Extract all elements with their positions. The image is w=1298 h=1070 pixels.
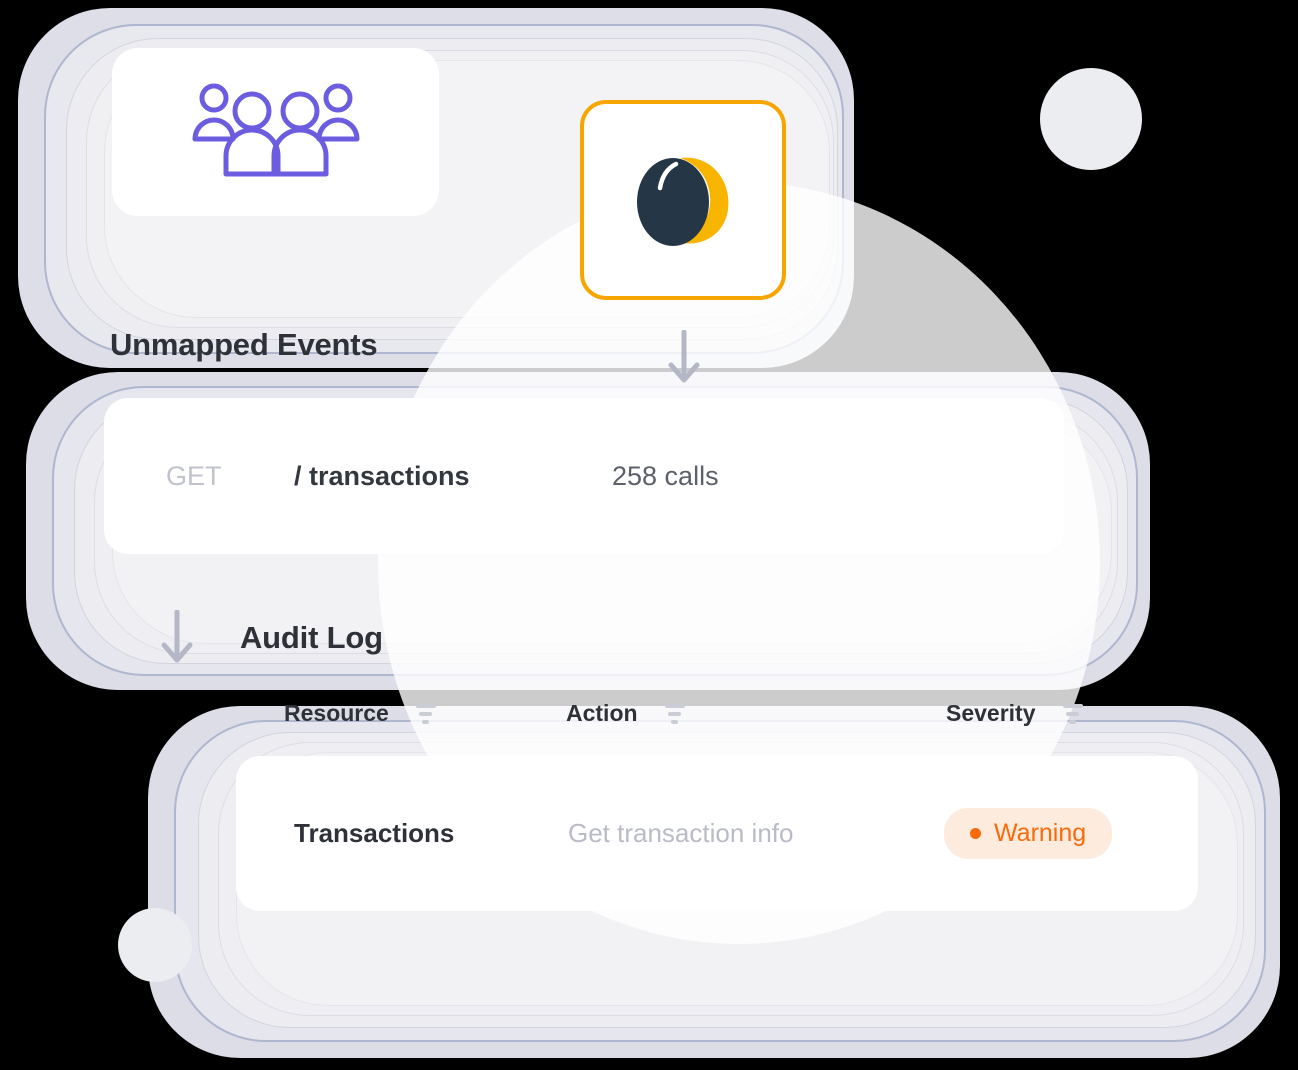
column-header-action[interactable]: Action — [566, 700, 686, 727]
row-cell-action: Get transaction info — [568, 818, 794, 848]
page-title-audit-log: Audit Log — [240, 620, 383, 655]
endpoint-row-card[interactable]: GET / transactions 258 calls — [104, 398, 1064, 554]
status-badge-label: Warning — [994, 819, 1087, 847]
illustration-canvas: Unmapped Events GET / transactions 258 c… — [0, 0, 1298, 1070]
decorative-circle-bottom-left — [118, 908, 192, 982]
table-row[interactable]: Transactions Get transaction info Warnin… — [236, 756, 1198, 911]
integration-logo-card[interactable] — [580, 100, 786, 300]
http-method-label: GET — [166, 460, 222, 491]
page-title-unmapped-events: Unmapped Events — [110, 327, 378, 362]
egg-logo-icon — [628, 144, 738, 257]
decorative-circle-top-right — [1040, 68, 1142, 170]
status-dot-icon — [970, 828, 981, 839]
column-header-resource-label: Resource — [284, 700, 389, 726]
unmapped-events-icon-card — [112, 48, 439, 216]
arrow-down-icon-audit — [158, 609, 196, 671]
status-badge-severity: Warning — [944, 808, 1113, 859]
filter-icon-action[interactable] — [664, 703, 686, 724]
row-cell-resource: Transactions — [294, 818, 455, 848]
endpoint-call-count: 258 calls — [612, 460, 719, 491]
filter-icon-severity[interactable] — [1062, 703, 1084, 724]
endpoint-path-label: / transactions — [294, 460, 470, 491]
arrow-down-icon-integration — [665, 329, 703, 391]
audit-log-table-header: Resource Action Severity — [236, 700, 1196, 740]
column-header-severity-label: Severity — [946, 700, 1036, 726]
filter-icon-resource[interactable] — [415, 703, 437, 724]
column-header-severity[interactable]: Severity — [946, 700, 1084, 727]
column-header-resource[interactable]: Resource — [284, 700, 437, 727]
column-header-action-label: Action — [566, 700, 638, 726]
people-group-icon — [188, 81, 364, 184]
